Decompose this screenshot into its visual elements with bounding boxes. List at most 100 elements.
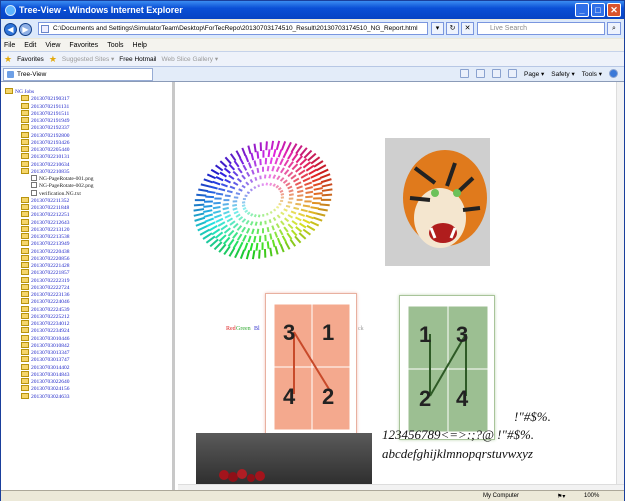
address-dropdown-icon[interactable]: ▾: [431, 22, 444, 35]
color-swatch: [271, 225, 275, 231]
menu-edit[interactable]: Edit: [24, 42, 36, 49]
fav-web-slice-gallery[interactable]: Web Slice Gallery ▾: [162, 55, 219, 63]
color-swatch: [274, 157, 279, 165]
color-swatch: [305, 214, 314, 220]
color-swatch: [250, 152, 255, 161]
color-swatch: [269, 247, 273, 257]
folder-icon: [21, 334, 29, 341]
color-swatch: [268, 219, 272, 224]
color-swatch: [266, 241, 270, 249]
color-swatch: [305, 164, 315, 172]
page-menu[interactable]: Page ▾: [524, 70, 544, 78]
tree-item-label: 20130702205440: [31, 147, 70, 153]
back-icon[interactable]: ◀: [4, 22, 17, 36]
vertical-scrollbar[interactable]: [616, 82, 624, 491]
page-icon: [41, 25, 49, 33]
menu-tools[interactable]: Tools: [107, 42, 123, 49]
color-swatch: [302, 204, 311, 208]
stop-icon[interactable]: ✕: [461, 22, 474, 35]
tree-item-label: 20130702191949: [31, 118, 70, 124]
menu-file[interactable]: File: [4, 42, 15, 49]
feeds-icon[interactable]: [476, 69, 485, 78]
zoom-control[interactable]: 100%: [584, 493, 599, 499]
color-swatch: [250, 213, 254, 217]
refresh-icon[interactable]: ↻: [446, 22, 459, 35]
menu-favorites[interactable]: Favorites: [69, 42, 98, 49]
menu-bar: File Edit View Favorites Tools Help: [1, 39, 624, 51]
color-swatch: [232, 200, 238, 203]
tree-item-label: 20130703013347: [31, 350, 70, 356]
color-word-blue: Bl: [254, 326, 260, 332]
color-swatch: [267, 149, 271, 158]
help-icon[interactable]: [609, 69, 618, 78]
color-word-black: ck: [358, 326, 364, 332]
add-favorite-icon[interactable]: ★: [49, 54, 57, 65]
color-swatch: [321, 188, 333, 192]
color-swatch: [215, 164, 224, 172]
color-swatch: [235, 150, 242, 159]
color-swatch: [320, 198, 332, 201]
tree-item-label: 20130702210131: [31, 154, 70, 161]
fav-free-hotmail[interactable]: Free Hotmail: [119, 56, 156, 63]
mail-icon[interactable]: [492, 69, 501, 78]
color-swatch: [272, 174, 277, 180]
color-swatch: [279, 243, 285, 253]
color-swatch: [284, 241, 291, 250]
color-swatch: [305, 195, 313, 199]
color-swatch: [280, 140, 287, 151]
address-field[interactable]: C:\Documents and Settings\SimulatorTeam\…: [38, 22, 428, 35]
color-swatch: [277, 149, 283, 158]
folder-icon: [21, 349, 29, 355]
tree-item-label: 20130703024156: [31, 386, 70, 393]
fav-suggested-sites[interactable]: Suggested Sites ▾: [62, 55, 114, 63]
protected-mode-icon[interactable]: ⚑▾: [557, 493, 565, 500]
tree-item-label: 20130702234012: [31, 321, 70, 327]
color-swatch: [268, 174, 272, 179]
color-swatch: [263, 248, 267, 258]
search-input[interactable]: Live Search: [477, 22, 605, 35]
color-swatch: [302, 228, 311, 236]
menu-help[interactable]: Help: [133, 42, 147, 49]
color-swatch: [311, 177, 322, 183]
color-swatch: [212, 206, 221, 210]
color-swatch: [271, 165, 275, 172]
color-swatch: [308, 210, 317, 215]
search-icon[interactable]: ⌕: [607, 22, 621, 35]
folder-icon: [21, 312, 29, 319]
tree-item-label: 20130702191511: [31, 110, 70, 117]
menu-view[interactable]: View: [45, 42, 60, 49]
color-swatch: [304, 181, 313, 186]
folder-icon: [21, 305, 29, 312]
color-swatch: [251, 250, 256, 260]
tree-item-label: 20130702213120: [31, 226, 70, 233]
safety-menu[interactable]: Safety ▾: [551, 70, 575, 78]
maximize-button[interactable]: □: [591, 3, 605, 17]
color-swatch: [310, 172, 320, 179]
minimize-button[interactable]: _: [575, 3, 589, 17]
color-swatch: [232, 231, 239, 239]
tab-label: Tree-View: [17, 71, 47, 78]
color-swatch: [198, 188, 209, 193]
color-swatch: [229, 153, 237, 162]
print-icon[interactable]: [508, 69, 517, 78]
color-swatch: [238, 216, 244, 221]
favorites-button[interactable]: Favorites: [17, 56, 44, 63]
tree-item-label: 20130702210634: [31, 161, 70, 168]
home-icon[interactable]: [460, 69, 469, 78]
folder-icon: [21, 240, 29, 247]
tools-menu[interactable]: Tools ▾: [582, 70, 602, 78]
color-swatch: [309, 220, 320, 227]
color-swatch: [200, 183, 211, 188]
color-swatch: [203, 178, 214, 184]
color-swatch: [199, 228, 211, 236]
tree-folder[interactable]: 20130703024633: [21, 392, 70, 401]
close-button[interactable]: ✕: [607, 3, 621, 17]
color-swatch: [280, 167, 285, 174]
tab-tree-view[interactable]: Tree-View: [3, 68, 153, 81]
color-swatch: [233, 210, 239, 215]
forward-icon[interactable]: ▶: [19, 22, 32, 36]
color-swatch: [193, 208, 205, 212]
favorites-star-icon[interactable]: ★: [4, 54, 12, 65]
color-swatch: [232, 222, 239, 229]
title-bar: Tree-View - Windows Internet Explorer _ …: [1, 1, 624, 19]
